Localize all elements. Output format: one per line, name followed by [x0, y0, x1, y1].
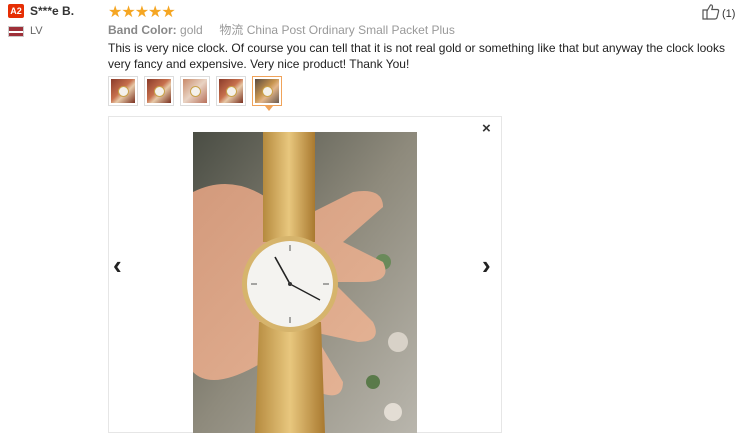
logistics-value: China Post Ordinary Small Packet Plus: [246, 23, 455, 37]
chevron-left-icon[interactable]: ‹: [113, 250, 122, 281]
country-flag-icon: [8, 26, 24, 37]
helpful-count: (1): [722, 8, 736, 20]
spec-label: Band Color:: [108, 23, 177, 37]
chevron-right-icon[interactable]: ›: [482, 250, 491, 281]
reviewer-country: LV: [30, 25, 43, 37]
helpful-button[interactable]: (1): [702, 3, 735, 25]
logistics-label: 物流: [219, 23, 244, 37]
order-specs: Band Color: gold 物流 China Post Ordinary …: [108, 21, 455, 38]
review-thumbnail[interactable]: [180, 76, 210, 106]
level-badge: A2: [8, 4, 24, 18]
review-text: This is very nice clock. Of course you c…: [108, 41, 725, 71]
review-thumbnail[interactable]: [108, 76, 138, 106]
review-thumbnail[interactable]: [216, 76, 246, 106]
review-thumbnail[interactable]: [144, 76, 174, 106]
spec-value: gold: [180, 23, 203, 37]
star-rating: ★★★★★: [108, 4, 176, 21]
review-thumbnail-selected[interactable]: [252, 76, 282, 111]
reviewer-name: S***e B.: [30, 4, 75, 18]
close-icon[interactable]: ×: [482, 120, 491, 137]
review-photo: [193, 132, 417, 433]
thumbnail-strip: [108, 76, 282, 111]
thumbs-up-icon: [702, 3, 720, 25]
